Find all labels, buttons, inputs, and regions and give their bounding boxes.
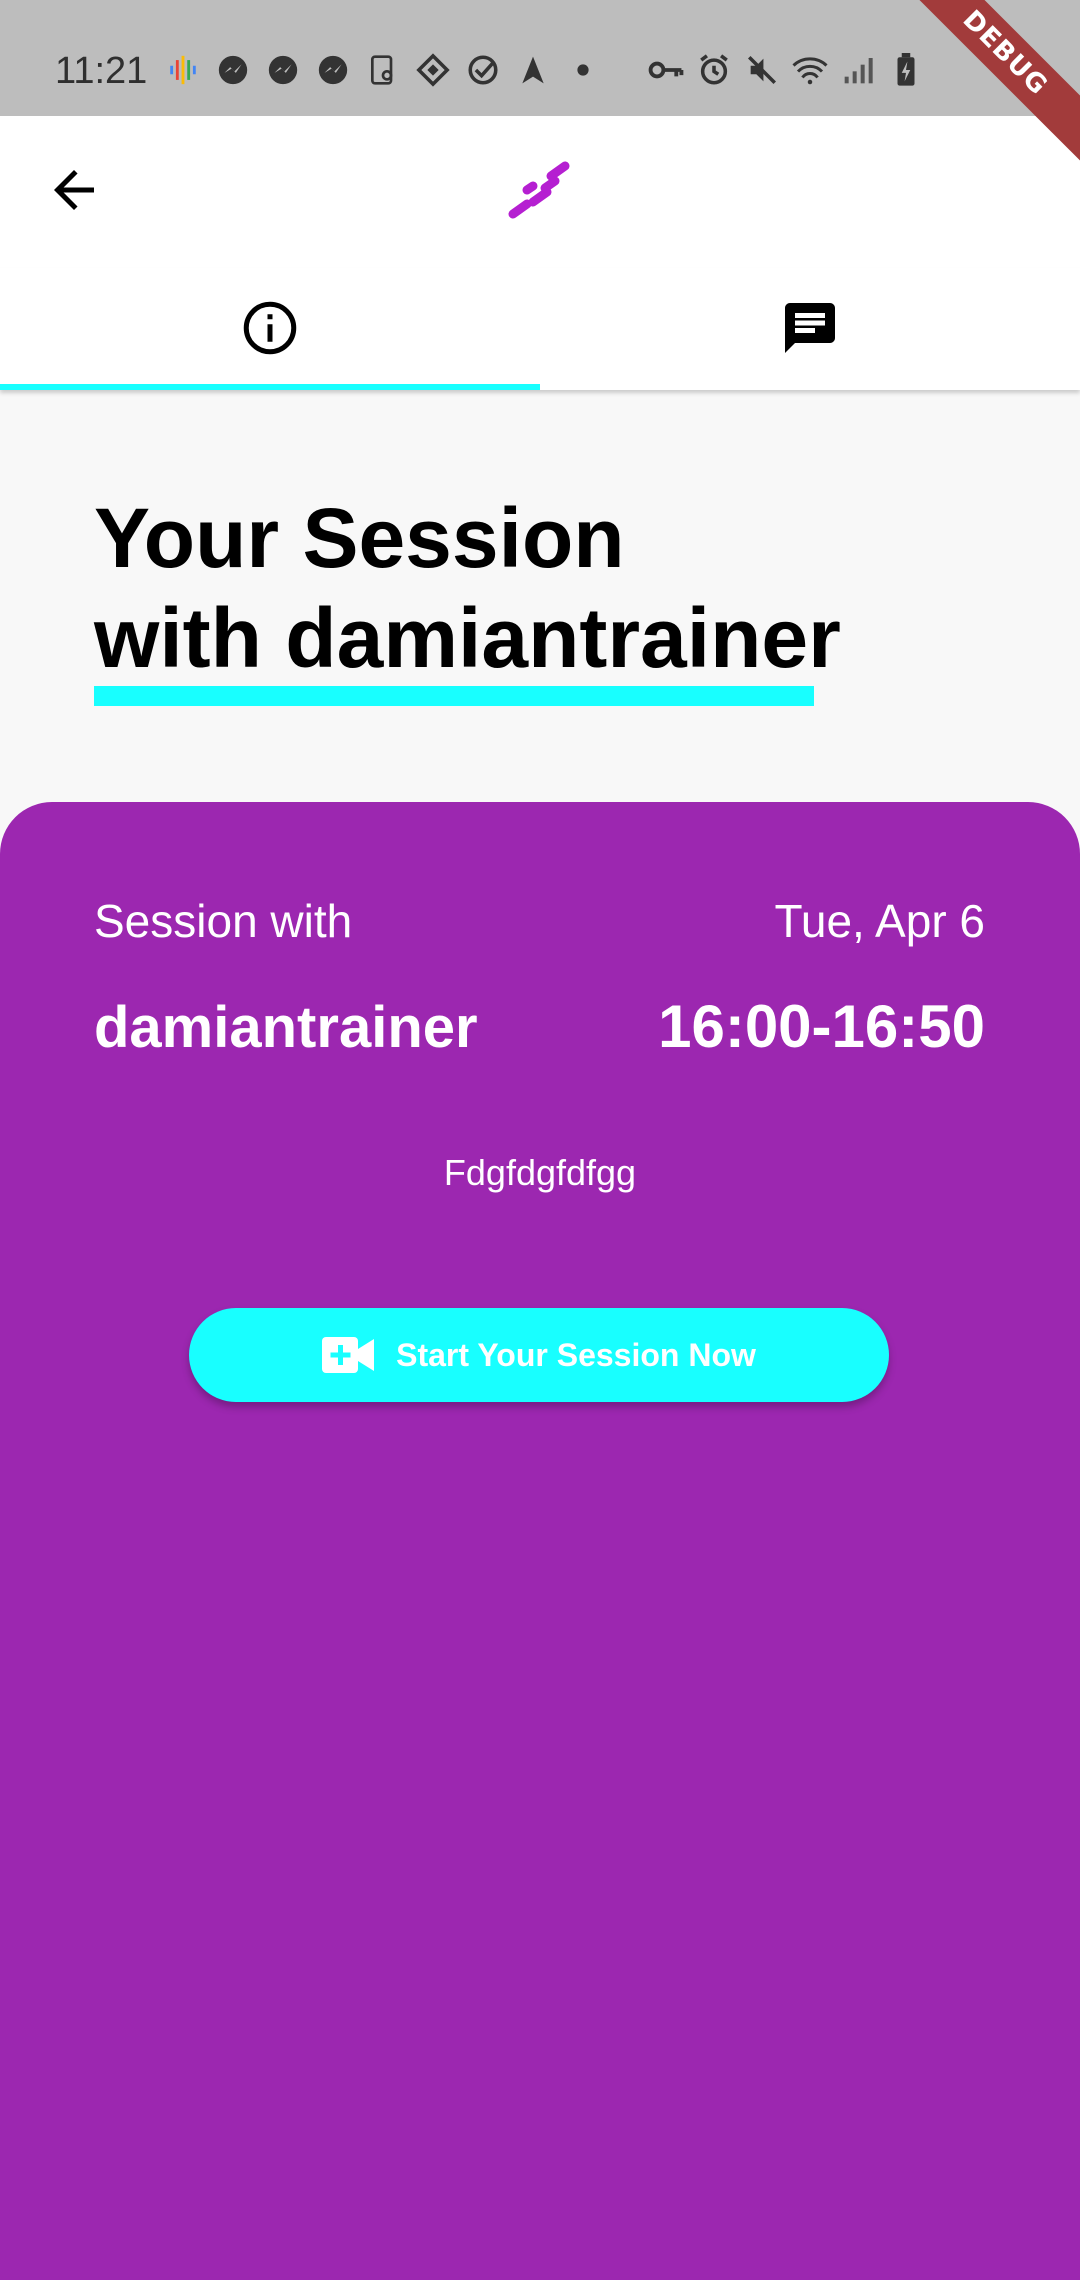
system-icons: [648, 52, 924, 88]
start-session-button[interactable]: Start Your Session Now: [189, 1308, 889, 1402]
session-card: Session with Tue, Apr 6 damiantrainer 16…: [0, 802, 1080, 2280]
title-line-2: with damiantrainer: [94, 591, 841, 685]
key-icon: [648, 52, 684, 88]
messenger-icon: [265, 52, 301, 88]
back-button[interactable]: [44, 160, 104, 220]
session-description: Fdgfdgfdfgg: [443, 1152, 637, 1193]
session-time: 16:00-16:50: [658, 993, 985, 1060]
signal-icon: [840, 52, 876, 88]
app-bar: [0, 116, 1080, 268]
session-date: Tue, Apr 6: [774, 895, 985, 947]
arrow-back-icon: [54, 170, 94, 210]
scanner-icon: [365, 52, 401, 88]
start-session-label: Start Your Session Now: [396, 1336, 756, 1373]
title-underline: [94, 686, 814, 706]
battery-charging-icon: [888, 52, 924, 88]
brand-logo-icon: [505, 158, 575, 228]
tab-bar: [0, 268, 1080, 390]
title-line-1: Your Session: [94, 491, 625, 585]
navigation-icon: [515, 52, 551, 88]
messenger-icon: [315, 52, 351, 88]
dot-icon: [565, 52, 601, 88]
video-call-icon: [322, 1337, 375, 1373]
messenger-icon: [215, 52, 251, 88]
podcasts-icon: [165, 52, 201, 88]
trainer-name: damiantrainer: [94, 995, 478, 1060]
mute-icon: [744, 52, 780, 88]
tab-indicator: [0, 384, 540, 390]
session-with-label: Session with: [94, 895, 353, 947]
status-bar: 11:21: [0, 0, 1080, 116]
status-time: 11:21: [55, 50, 148, 92]
binance-icon: [415, 52, 451, 88]
notification-icons: [165, 52, 601, 88]
message-icon: [785, 303, 835, 353]
wifi-icon: [792, 52, 828, 88]
check-circle-icon: [465, 52, 501, 88]
tab-info[interactable]: [0, 268, 540, 390]
alarm-icon: [696, 52, 732, 88]
info-icon: [243, 301, 297, 355]
tab-messages[interactable]: [540, 268, 1080, 390]
page-title: Your Session with damiantrainer: [94, 488, 841, 688]
